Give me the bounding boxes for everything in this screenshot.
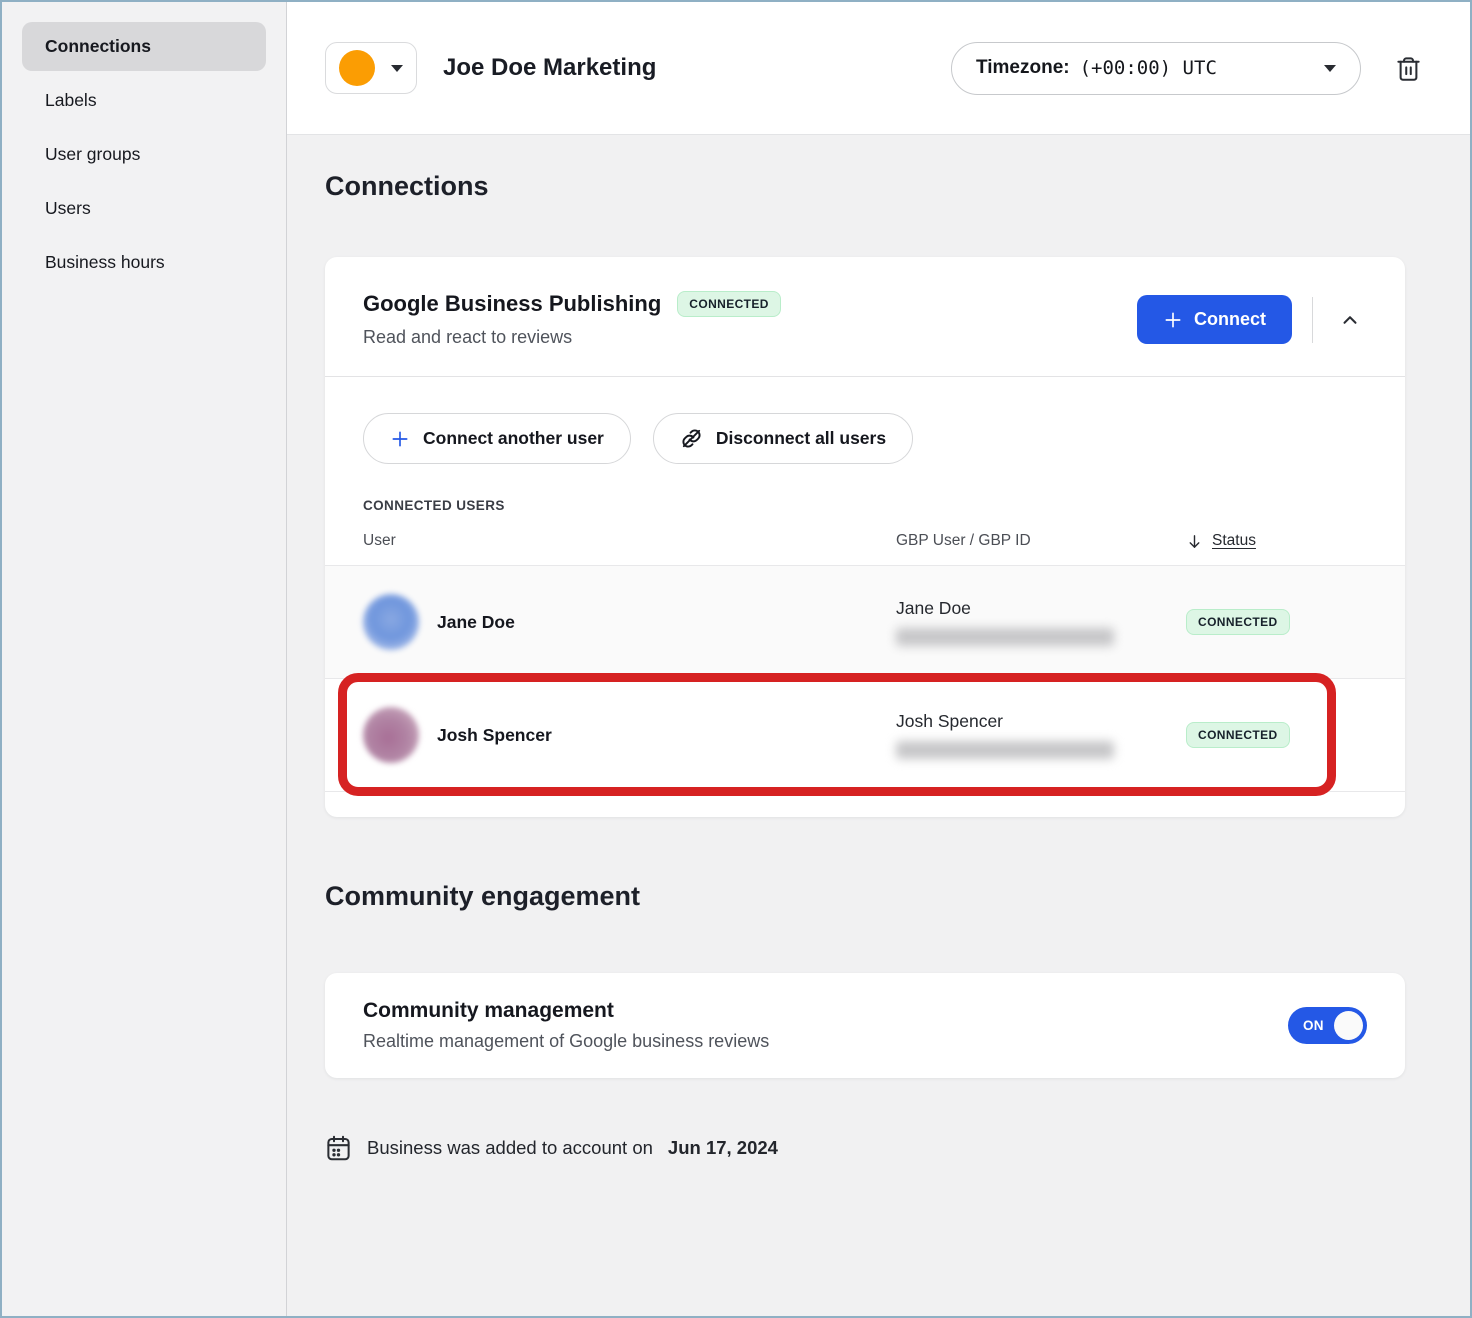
disconnect-all-users-button[interactable]: Disconnect all users — [653, 413, 913, 464]
collapse-card-button[interactable] — [1333, 303, 1367, 337]
column-header-gbp: GBP User / GBP ID — [896, 532, 1186, 550]
disconnect-all-users-label: Disconnect all users — [716, 428, 886, 449]
plus-icon — [1163, 310, 1183, 330]
page-title: Joe Doe Marketing — [443, 54, 656, 82]
note-text: Business was added to account on — [367, 1137, 653, 1159]
connect-button-label: Connect — [1194, 309, 1266, 330]
business-header: Joe Doe Marketing Timezone: (+00:00) UTC — [287, 2, 1470, 135]
table-row-josh-spencer[interactable]: Josh Spencer Josh Spencer CONNECTED — [325, 678, 1405, 791]
gbp-user-name: Josh Spencer — [896, 711, 1186, 732]
integration-subtitle: Read and react to reviews — [363, 327, 781, 348]
unlink-icon — [680, 427, 703, 450]
divider — [1312, 297, 1313, 343]
content-area: Connections Google Business Publishing C… — [287, 135, 1470, 1316]
integration-status-badge: CONNECTED — [677, 291, 781, 317]
gbp-user-name: Jane Doe — [896, 598, 1186, 619]
business-added-note: Business was added to account on Jun 17,… — [325, 1134, 1470, 1162]
note-date: Jun 17, 2024 — [668, 1137, 778, 1159]
plus-icon — [390, 429, 410, 449]
toggle-knob — [1334, 1011, 1363, 1040]
google-business-publishing-card: Google Business Publishing CONNECTED Rea… — [325, 257, 1405, 817]
timezone-value: (+00:00) UTC — [1080, 57, 1217, 79]
sort-arrow-down-icon — [1186, 533, 1203, 550]
gbp-id-redacted — [896, 741, 1114, 759]
sidebar: Connections Labels User groups Users Bus… — [2, 2, 287, 1316]
column-header-user: User — [363, 532, 896, 550]
business-avatar — [339, 50, 375, 86]
community-management-title: Community management — [363, 999, 769, 1023]
connected-users-table: Jane Doe Jane Doe CONNECTED — [325, 565, 1405, 817]
table-row-jane-doe[interactable]: Jane Doe Jane Doe CONNECTED — [325, 565, 1405, 678]
connect-another-user-label: Connect another user — [423, 428, 604, 449]
sidebar-item-business-hours[interactable]: Business hours — [22, 238, 266, 287]
sidebar-item-labels[interactable]: Labels — [22, 76, 266, 125]
trash-icon — [1395, 54, 1422, 83]
delete-business-button[interactable] — [1395, 54, 1422, 83]
community-management-card: Community management Realtime management… — [325, 973, 1405, 1078]
user-name: Josh Spencer — [437, 725, 552, 746]
toggle-state-label: ON — [1303, 1018, 1324, 1033]
community-management-subtitle: Realtime management of Google business r… — [363, 1031, 769, 1052]
sidebar-item-user-groups[interactable]: User groups — [22, 130, 266, 179]
user-name: Jane Doe — [437, 612, 515, 633]
gbp-id-redacted — [896, 628, 1114, 646]
connect-button[interactable]: Connect — [1137, 295, 1292, 344]
chevron-down-icon — [391, 65, 403, 72]
chevron-down-icon — [1324, 65, 1336, 72]
divider — [325, 791, 1405, 817]
connected-users-label: CONNECTED USERS — [363, 498, 1367, 513]
column-header-status[interactable]: Status — [1186, 532, 1367, 550]
sidebar-item-connections[interactable]: Connections — [22, 22, 266, 71]
community-engagement-section-title: Community engagement — [325, 879, 1470, 913]
calendar-icon — [325, 1134, 352, 1162]
avatar — [363, 594, 419, 650]
sidebar-item-users[interactable]: Users — [22, 184, 266, 233]
table-header: User GBP User / GBP ID Status — [363, 529, 1367, 553]
connect-another-user-button[interactable]: Connect another user — [363, 413, 631, 464]
chevron-up-icon — [1339, 309, 1361, 331]
timezone-select[interactable]: Timezone: (+00:00) UTC — [951, 42, 1361, 95]
main-panel: Joe Doe Marketing Timezone: (+00:00) UTC — [287, 2, 1470, 1316]
status-badge: CONNECTED — [1186, 722, 1290, 748]
business-avatar-dropdown[interactable] — [325, 42, 417, 94]
avatar — [363, 707, 419, 763]
connections-section-title: Connections — [325, 169, 1470, 203]
community-management-toggle[interactable]: ON — [1288, 1007, 1367, 1044]
business-settings-page: Connections Labels User groups Users Bus… — [0, 0, 1472, 1318]
integration-title: Google Business Publishing — [363, 291, 661, 317]
timezone-label: Timezone: — [976, 57, 1070, 79]
status-badge: CONNECTED — [1186, 609, 1290, 635]
